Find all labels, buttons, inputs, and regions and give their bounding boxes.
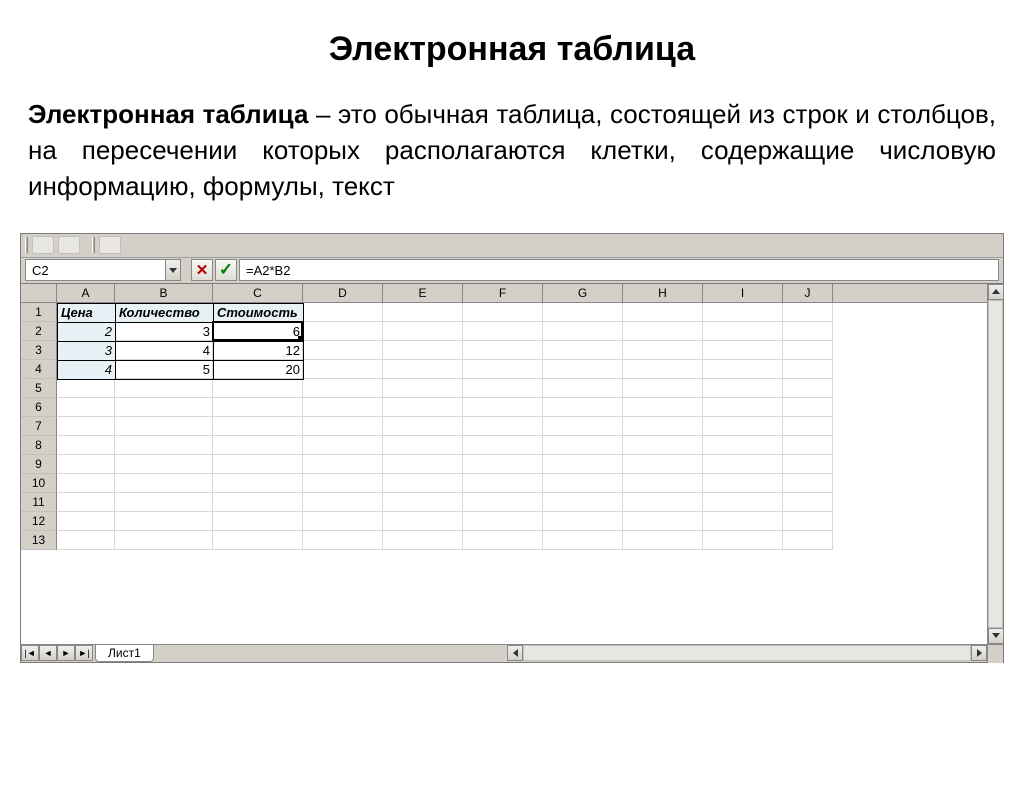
toolbar-segment[interactable]	[32, 236, 54, 254]
col-header-H[interactable]: H	[623, 284, 703, 302]
grid-area: A B C D E F G H I J 1 2 3 4 5 6 7	[21, 284, 1003, 644]
col-header-F[interactable]: F	[463, 284, 543, 302]
col-header-D[interactable]: D	[303, 284, 383, 302]
vertical-scrollbar[interactable]	[987, 284, 1003, 644]
horizontal-scrollbar[interactable]	[507, 645, 987, 662]
toolbar-handle[interactable]	[25, 237, 28, 253]
select-all-corner[interactable]	[21, 284, 57, 302]
row-header[interactable]: 3	[21, 341, 57, 360]
row-headers: 1 2 3 4 5 6 7 8 9 10 11 12 13	[21, 303, 57, 550]
bottom-bar: |◄ ◄ ► ►| Лист1	[21, 644, 1003, 662]
row-header[interactable]: 6	[21, 398, 57, 417]
col-header-J[interactable]: J	[783, 284, 833, 302]
cell-C3[interactable]: 12	[214, 341, 304, 360]
row-header[interactable]: 10	[21, 474, 57, 493]
nav-last-button[interactable]: ►|	[75, 645, 93, 661]
scroll-right-button[interactable]	[971, 645, 987, 661]
row-header[interactable]: 4	[21, 360, 57, 379]
scroll-track[interactable]	[988, 300, 1003, 628]
col-header-A[interactable]: A	[57, 284, 115, 302]
col-header-G[interactable]: G	[543, 284, 623, 302]
nav-next-button[interactable]: ►	[57, 645, 75, 661]
scroll-left-button[interactable]	[507, 645, 523, 661]
column-headers: A B C D E F G H I J	[21, 284, 987, 303]
cell-C4[interactable]: 20	[214, 360, 304, 379]
nav-prev-button[interactable]: ◄	[39, 645, 57, 661]
cells-area[interactable]: Цена Количество Стоимость 2 3 6 3	[57, 303, 987, 550]
col-header-E[interactable]: E	[383, 284, 463, 302]
toolbar-segment[interactable]	[99, 236, 121, 254]
name-box[interactable]: C2	[25, 259, 165, 281]
cell-B3[interactable]: 4	[116, 341, 214, 360]
sheet-tab[interactable]: Лист1	[95, 645, 154, 662]
cell-C2[interactable]: 6	[214, 322, 304, 341]
toolbar-segment[interactable]	[58, 236, 80, 254]
name-box-dropdown[interactable]	[165, 259, 181, 281]
cell-A3[interactable]: 3	[58, 341, 116, 360]
formula-bar: C2 ✕ ✓ =A2*B2	[21, 258, 1003, 284]
formula-accept-button[interactable]: ✓	[215, 259, 237, 281]
row-header[interactable]: 9	[21, 455, 57, 474]
scroll-up-button[interactable]	[988, 284, 1004, 300]
cell-A4[interactable]: 4	[58, 360, 116, 379]
row-header[interactable]: 7	[21, 417, 57, 436]
nav-first-button[interactable]: |◄	[21, 645, 39, 661]
col-header-B[interactable]: B	[115, 284, 213, 302]
description-paragraph: Электронная таблица – это обычная таблиц…	[28, 97, 996, 205]
scroll-track[interactable]	[523, 645, 971, 661]
row-header[interactable]: 12	[21, 512, 57, 531]
formula-input[interactable]: =A2*B2	[239, 259, 999, 281]
formula-cancel-button[interactable]: ✕	[191, 259, 213, 281]
col-header-I[interactable]: I	[703, 284, 783, 302]
data-table-overlay: Цена Количество Стоимость 2 3 6 3	[57, 303, 304, 380]
toolbar-handle[interactable]	[92, 237, 95, 253]
col-header-C[interactable]: C	[213, 284, 303, 302]
cell-A2[interactable]: 2	[58, 322, 116, 341]
cell-C1[interactable]: Стоимость	[214, 303, 304, 322]
term: Электронная таблица	[28, 99, 308, 129]
row-header[interactable]: 13	[21, 531, 57, 550]
row-header[interactable]: 5	[21, 379, 57, 398]
row-header[interactable]: 1	[21, 303, 57, 322]
cell-B2[interactable]: 3	[116, 322, 214, 341]
spreadsheet-window: C2 ✕ ✓ =A2*B2 A B C D E F G H I J 1	[20, 233, 1004, 663]
row-header[interactable]: 2	[21, 322, 57, 341]
cell-B4[interactable]: 5	[116, 360, 214, 379]
scroll-corner	[987, 645, 1003, 663]
page-title: Электронная таблица	[0, 30, 1024, 69]
cell-B1[interactable]: Количество	[116, 303, 214, 322]
row-header[interactable]: 8	[21, 436, 57, 455]
cell-A1[interactable]: Цена	[58, 303, 116, 322]
scroll-down-button[interactable]	[988, 628, 1004, 644]
row-header[interactable]: 11	[21, 493, 57, 512]
toolbar-row-1	[21, 234, 1003, 258]
sheet-nav: |◄ ◄ ► ►| Лист1	[21, 645, 154, 662]
